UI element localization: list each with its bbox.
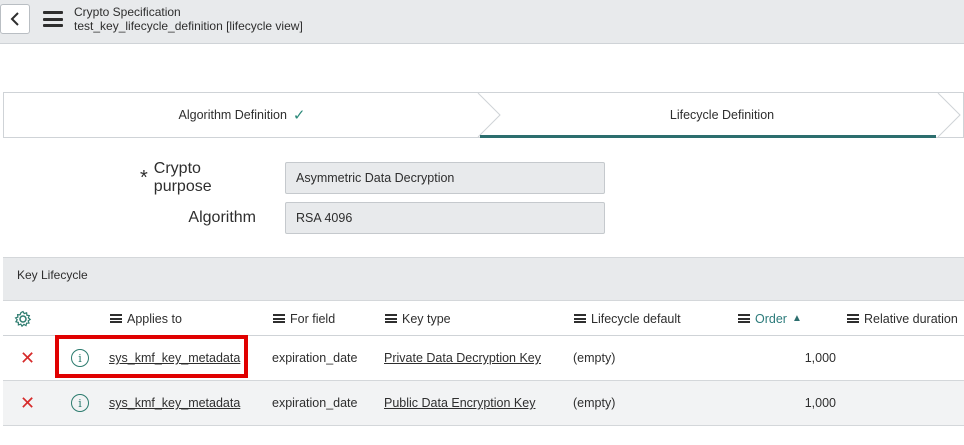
key-type-link[interactable]: Private Data Decryption Key	[384, 351, 541, 365]
column-label: For field	[290, 311, 336, 326]
hamburger-menu-icon[interactable]	[43, 11, 63, 27]
column-key-type[interactable]: Key type	[385, 302, 451, 335]
step-algorithm-definition[interactable]: Algorithm Definition ✓	[4, 93, 480, 137]
column-menu-icon[interactable]	[385, 314, 397, 323]
info-icon: i	[71, 349, 89, 367]
lifecycle-default-cell: (empty)	[573, 351, 616, 365]
preview-record-button[interactable]: i	[71, 381, 89, 425]
column-menu-icon[interactable]	[574, 314, 586, 323]
column-menu-icon[interactable]	[110, 314, 122, 323]
for-field-cell: expiration_date	[272, 351, 358, 365]
key-type-link[interactable]: Public Data Encryption Key	[384, 396, 535, 410]
crypto-purpose-label: Crypto purpose	[153, 160, 212, 195]
record-type-title: Crypto Specification	[74, 5, 181, 19]
column-menu-icon[interactable]	[273, 314, 285, 323]
applies-to-cell[interactable]: sys_kmf_key_metadata	[109, 336, 240, 380]
table-row: ✕ i sys_kmf_key_metadata expiration_date…	[3, 381, 964, 426]
algorithm-label-box: Algorithm	[140, 202, 256, 234]
key-type-cell[interactable]: Private Data Decryption Key	[384, 336, 541, 380]
checkmark-icon: ✓	[292, 107, 306, 124]
gear-icon	[14, 310, 32, 327]
applies-to-cell[interactable]: sys_kmf_key_metadata	[109, 381, 240, 425]
order-cell: 1,000	[804, 351, 836, 365]
algorithm-field: RSA 4096	[285, 202, 605, 234]
column-label: Lifecycle default	[591, 311, 681, 326]
column-label: Applies to	[127, 311, 182, 326]
close-icon: ✕	[20, 392, 36, 413]
applies-to-link[interactable]: sys_kmf_key_metadata	[109, 351, 240, 365]
order-cell: 1,000	[804, 396, 836, 410]
column-order[interactable]: Order ▲	[738, 302, 802, 335]
crypto-purpose-label-box: * Crypto purpose	[140, 160, 256, 195]
record-display-name: test_key_lifecycle_definition [lifecycle…	[74, 19, 303, 33]
preview-record-button[interactable]: i	[71, 336, 89, 380]
column-label: Relative duration	[864, 311, 958, 326]
delete-row-button[interactable]: ✕	[20, 336, 35, 380]
column-lifecycle-default[interactable]: Lifecycle default	[574, 302, 681, 335]
column-label: Order	[755, 311, 787, 326]
required-asterisk-icon: *	[140, 167, 148, 189]
close-icon: ✕	[20, 347, 36, 368]
column-menu-icon[interactable]	[738, 314, 750, 323]
step-flow: Algorithm Definition ✓ Lifecycle Definit…	[3, 92, 964, 138]
table-row: ✕ i sys_kmf_key_metadata expiration_date…	[3, 336, 964, 381]
column-menu-icon[interactable]	[847, 314, 859, 323]
sort-ascending-icon: ▲	[791, 313, 802, 324]
column-header-row: Applies to For field Key type Lifecycle …	[3, 302, 964, 336]
lifecycle-default-cell: (empty)	[573, 396, 616, 410]
back-button[interactable]	[0, 4, 30, 34]
delete-row-button[interactable]: ✕	[20, 381, 35, 425]
column-relative-duration[interactable]: Relative duration	[847, 302, 958, 335]
step-separator-icon	[937, 93, 961, 137]
step-label: Algorithm Definition	[178, 108, 287, 122]
key-type-cell[interactable]: Public Data Encryption Key	[384, 381, 535, 425]
related-list-title: Key Lifecycle	[17, 268, 88, 282]
column-applies-to[interactable]: Applies to	[110, 302, 182, 335]
algorithm-row: Algorithm RSA 4096	[0, 202, 964, 234]
active-step-indicator	[480, 135, 936, 138]
info-icon: i	[71, 394, 89, 412]
column-for-field[interactable]: For field	[273, 302, 335, 335]
list-settings-button[interactable]	[14, 302, 32, 335]
header-titles: Crypto Specification test_key_lifecycle_…	[74, 5, 303, 33]
crypto-purpose-field: Asymmetric Data Decryption	[285, 162, 605, 194]
column-label: Key type	[402, 311, 451, 326]
for-field-cell: expiration_date	[272, 396, 358, 410]
related-list-header: Key Lifecycle	[3, 257, 964, 301]
crypto-purpose-row: * Crypto purpose Asymmetric Data Decrypt…	[0, 160, 964, 195]
algorithm-label: Algorithm	[188, 209, 256, 226]
form-header: Crypto Specification test_key_lifecycle_…	[0, 0, 964, 44]
step-lifecycle-definition[interactable]: Lifecycle Definition	[480, 93, 964, 137]
step-label: Lifecycle Definition	[669, 108, 775, 122]
applies-to-link[interactable]: sys_kmf_key_metadata	[109, 396, 240, 410]
chevron-left-icon	[10, 12, 19, 26]
